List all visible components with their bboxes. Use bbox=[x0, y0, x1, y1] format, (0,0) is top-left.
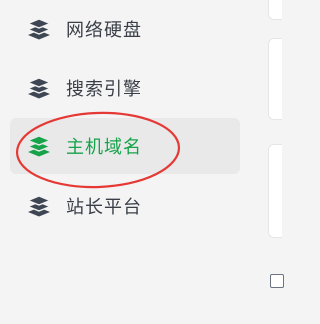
sidebar-item-label: 站长平台 bbox=[66, 197, 142, 218]
layers-icon bbox=[26, 134, 52, 158]
sidebar-item-webmaster-platform[interactable]: 站长平台 bbox=[10, 178, 240, 234]
layers-icon bbox=[26, 194, 52, 218]
content-card-edge bbox=[268, 38, 282, 120]
sidebar-item-label: 搜索引擎 bbox=[66, 79, 142, 100]
content-card-edge bbox=[268, 144, 282, 238]
sidebar-item-label: 主机域名 bbox=[66, 137, 142, 158]
sidebar-item-network-disk[interactable]: 网络硬盘 bbox=[10, 1, 240, 57]
sidebar: 网络硬盘 搜索引擎 主机域名 站长平台 bbox=[0, 0, 258, 324]
sidebar-item-label: 网络硬盘 bbox=[66, 20, 142, 41]
layers-icon bbox=[26, 17, 52, 41]
layers-icon bbox=[26, 76, 52, 100]
checkbox[interactable] bbox=[270, 274, 284, 288]
sidebar-item-host-domain[interactable]: 主机域名 bbox=[10, 118, 240, 174]
content-card-edge bbox=[268, 0, 282, 20]
sidebar-item-search-engine[interactable]: 搜索引擎 bbox=[10, 60, 240, 116]
